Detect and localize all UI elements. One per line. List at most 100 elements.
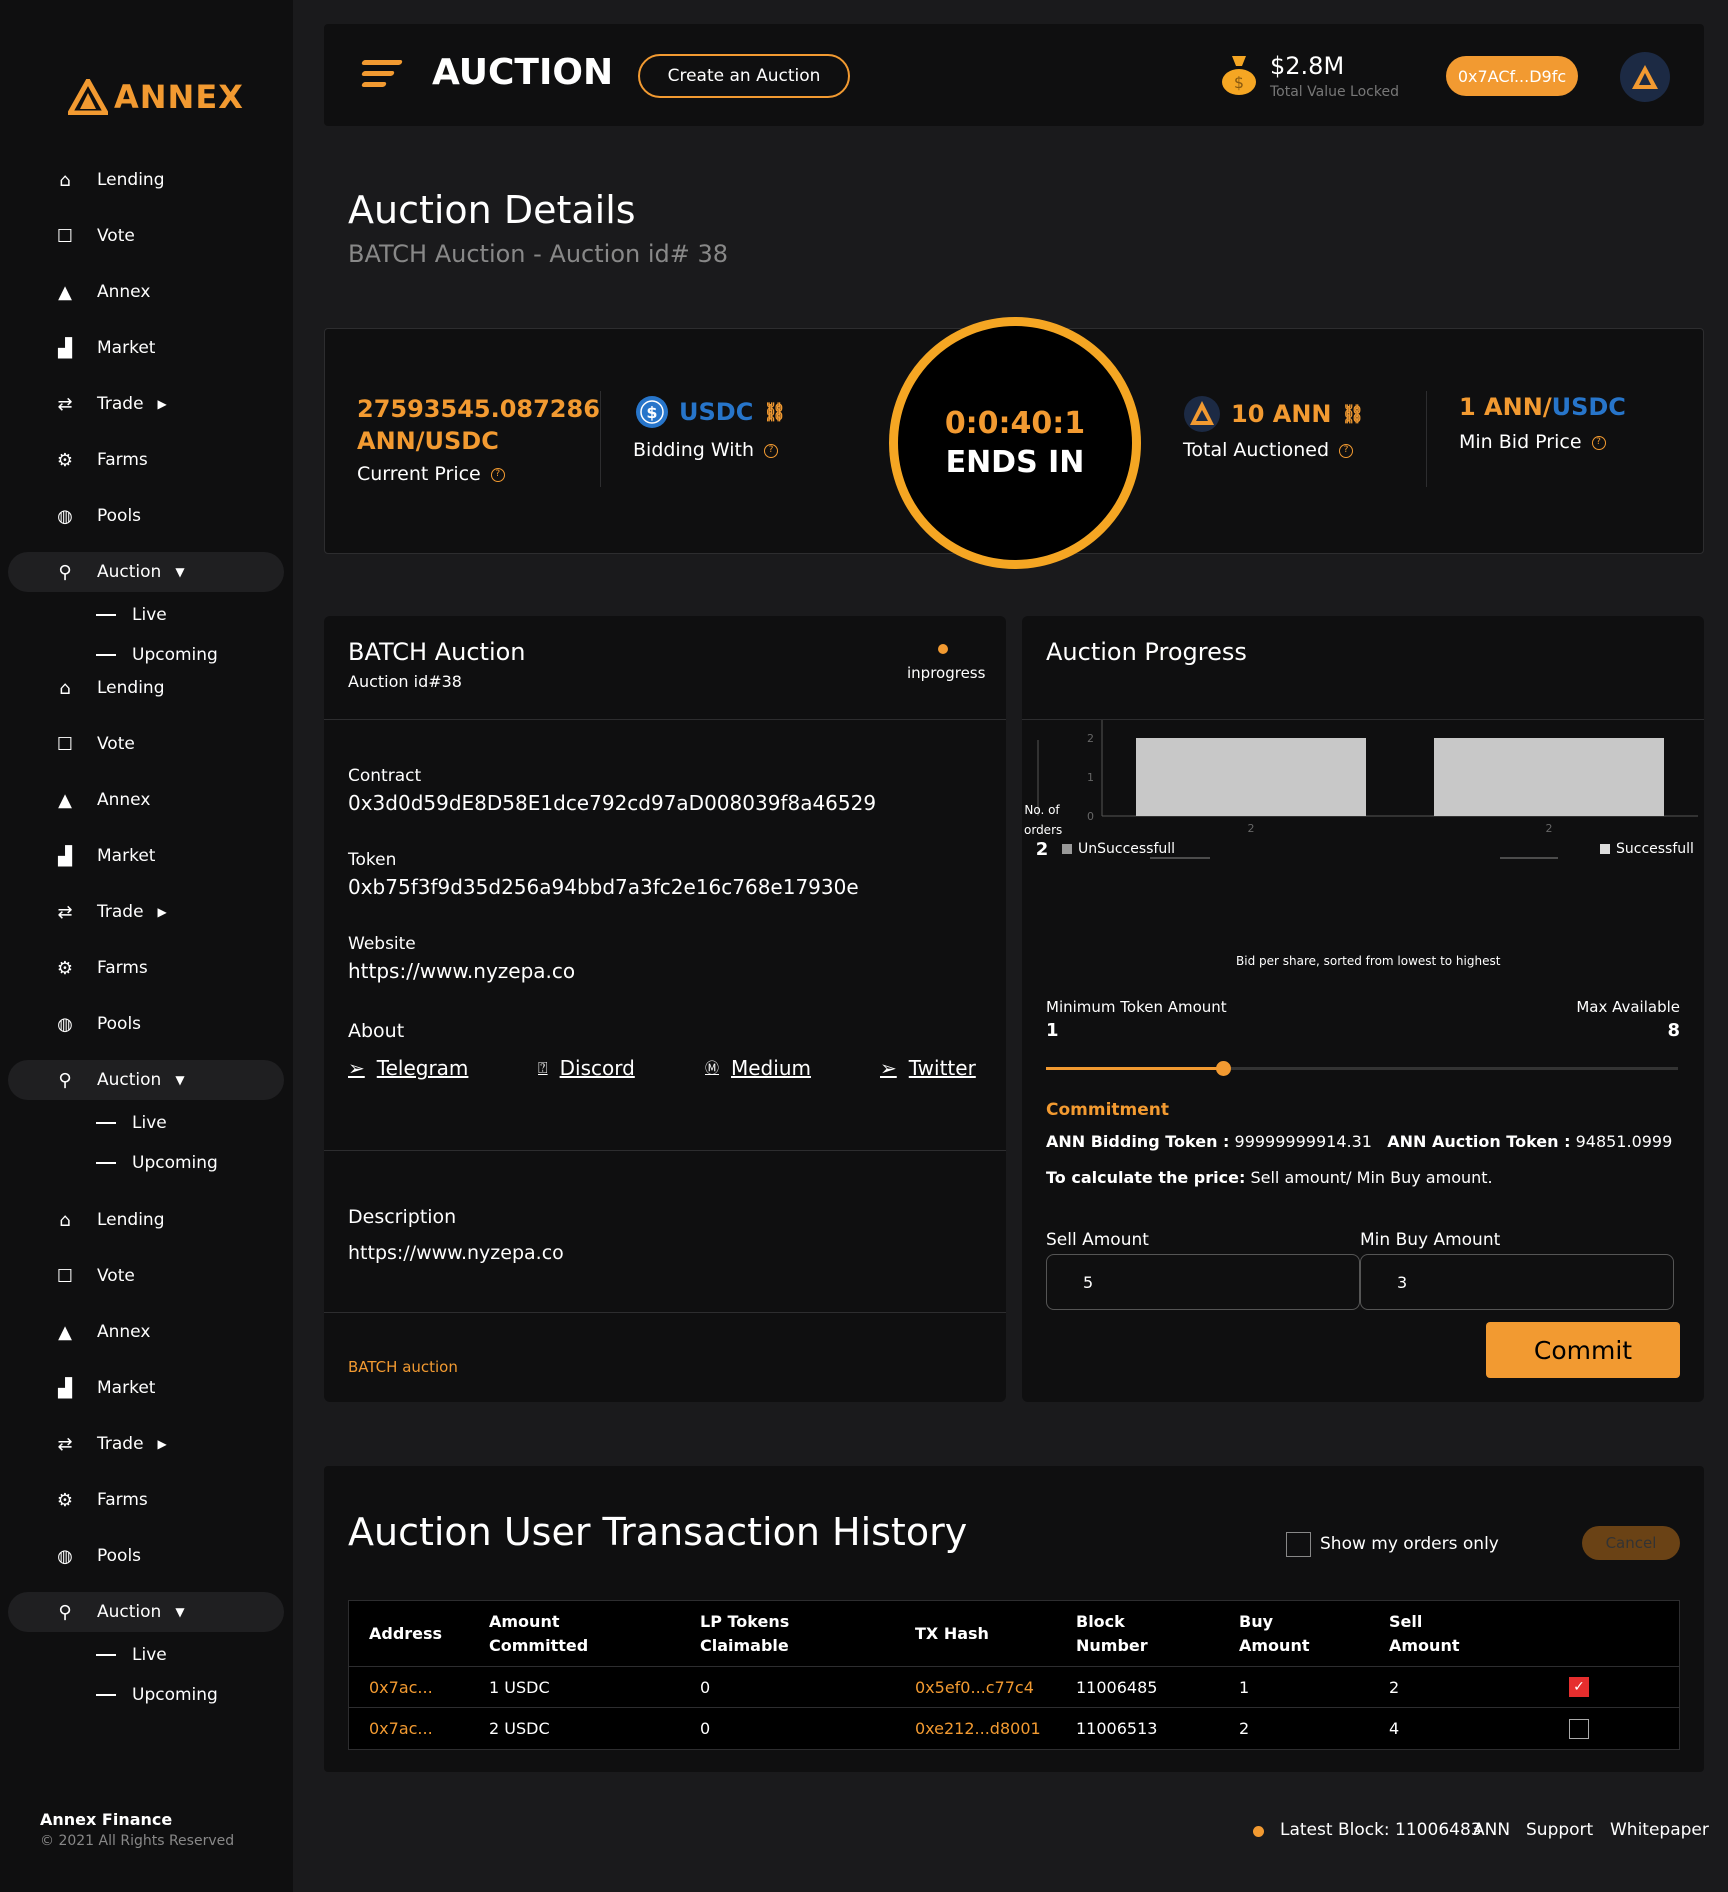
medium-link[interactable]: Ⓜ Medium [705,1056,811,1080]
column-header[interactable]: Address [369,1601,442,1666]
sidebar-item-auction[interactable]: ⚲ Auction ▼ [8,1060,284,1100]
sidebar-item-vote[interactable]: ☐ Vote [8,216,284,256]
sidebar-item-vote[interactable]: ☐ Vote [8,1256,284,1296]
sidebar-subitem-upcoming[interactable]: Upcoming [96,1680,218,1710]
column-header[interactable]: Amount Committed [489,1601,588,1666]
sidebar-item-annex[interactable]: ▲ Annex [8,1312,284,1352]
show-my-orders-checkbox[interactable] [1286,1532,1311,1557]
row-checkbox[interactable]: ✓ [1569,1677,1589,1697]
menu-icon[interactable] [361,60,403,90]
sidebar-item-trade[interactable]: ⇄ Trade ▶ [8,384,284,424]
sidebar-item-label: Lending [97,170,165,190]
link-icon[interactable]: ⛓ [763,402,786,423]
sidebar-subitem-label: Live [132,605,167,625]
link-icon[interactable]: ⛓ [1342,404,1365,425]
token-amount-slider[interactable] [1046,1061,1678,1076]
min-buy-amount-label: Min Buy Amount [1360,1230,1501,1250]
commit-button[interactable]: Commit [1486,1322,1680,1378]
cell-address[interactable]: 0x7ac... [369,1667,433,1707]
dash-icon [96,614,116,616]
sidebar-item-vote[interactable]: ☐ Vote [8,724,284,764]
sidebar-item-annex[interactable]: ▲ Annex [8,272,284,312]
sidebar-subitem-upcoming[interactable]: Upcoming [96,640,218,670]
status-dot [1253,1826,1264,1837]
annex-logo[interactable]: ANNEX [68,78,244,116]
sidebar-item-pools[interactable]: ◍ Pools [8,496,284,536]
sidebar-item-auction[interactable]: ⚲ Auction ▼ [8,1592,284,1632]
column-header[interactable]: Buy Amount [1239,1601,1309,1666]
sidebar-item-farms[interactable]: ⚙ Farms [8,440,284,480]
dash-icon [96,1122,116,1124]
bidding-with-label: Bidding With? [633,439,778,461]
slider-thumb[interactable] [1215,1061,1231,1076]
sidebar-item-farms[interactable]: ⚙ Farms [8,1480,284,1520]
cell-tx[interactable]: 0xe212...d8001 [915,1708,1041,1749]
description-text: https://www.nyzepa.co [348,1242,564,1264]
x-tick-label: 2 [1546,822,1553,835]
cell-address[interactable]: 0x7ac... [369,1708,433,1749]
auction-note: BATCH auction [348,1358,458,1376]
sidebar-item-annex[interactable]: ▲ Annex [8,780,284,820]
sidebar-item-label: Pools [97,1546,142,1566]
sell-amount-label: Sell Amount [1046,1230,1149,1250]
sidebar-item-lending[interactable]: ⌂ Lending [8,668,284,708]
create-auction-button[interactable]: Create an Auction [638,54,850,98]
sidebar-subitem-live[interactable]: Live [96,1108,167,1138]
divider [324,1312,1006,1313]
column-header[interactable]: TX Hash [915,1601,989,1666]
contract-address[interactable]: 0x3d0d59dE8D58E1dce792cd97aD008039f8a465… [348,791,876,815]
help-icon[interactable]: ? [764,443,778,458]
discord-link[interactable]: ⍰ Discord [538,1056,635,1080]
sidebar-item-farms[interactable]: ⚙ Farms [8,948,284,988]
help-icon[interactable]: ? [490,467,505,482]
sidebar-item-auction[interactable]: ⚲ Auction ▼ [8,552,284,592]
column-header[interactable]: Block Number [1076,1601,1148,1666]
twitter-link[interactable]: ➢ Twitter [880,1056,976,1080]
website-link[interactable]: https://www.nyzepa.co [348,959,575,983]
cell-sell: 4 [1389,1719,1400,1738]
countdown-timer: 0:0:40:1 ENDS IN [889,317,1141,569]
sidebar-item-market[interactable]: ▟ Market [8,328,284,368]
sell-amount-input[interactable] [1046,1254,1360,1310]
copyright: © 2021 All Rights Reserved [40,1833,235,1849]
sidebar-item-pools[interactable]: ◍ Pools [8,1004,284,1044]
cancel-button[interactable]: Cancel [1582,1526,1680,1560]
square-icon: ☐ [56,733,74,755]
sidebar-item-pools[interactable]: ◍ Pools [8,1536,284,1576]
sidebar-item-trade[interactable]: ⇄ Trade ▶ [8,1424,284,1464]
sidebar-item-lending[interactable]: ⌂ Lending [8,160,284,200]
help-icon[interactable]: ? [1339,443,1354,458]
cell-amount: 2 USDC [489,1719,550,1738]
description-label: Description [348,1206,457,1228]
telegram-link[interactable]: ➢ Telegram [348,1056,468,1080]
home-icon: ⌂ [59,169,71,191]
pool-icon: ◍ [57,505,73,527]
footer-support-link[interactable]: Support [1526,1820,1593,1840]
auction-info-panel: BATCH Auction Auction id#38 inprogress C… [324,616,1006,1402]
sidebar-item-market[interactable]: ▟ Market [8,836,284,876]
sidebar-subitem-live[interactable]: Live [96,600,167,630]
avatar[interactable] [1620,52,1670,102]
footer-ann-link[interactable]: ANN [1473,1820,1510,1840]
sidebar-item-market[interactable]: ▟ Market [8,1368,284,1408]
row-checkbox[interactable] [1569,1718,1589,1739]
footer-whitepaper-link[interactable]: Whitepaper [1610,1820,1709,1840]
sidebar-subitem-upcoming[interactable]: Upcoming [96,1148,218,1178]
sidebar-item-trade[interactable]: ⇄ Trade ▶ [8,892,284,932]
column-header[interactable]: Sell Amount [1389,1601,1459,1666]
x-tick-label: 2 [1248,822,1255,835]
token-address[interactable]: 0xb75f3f9d35d256a94bbd7a3fc2e16c768e1793… [348,875,859,899]
min-bid-price: 1 ANN/USDC [1459,393,1626,421]
sidebar-subitem-live[interactable]: Live [96,1640,167,1670]
sidebar-item-label: Farms [97,1490,148,1510]
sidebar-item-lending[interactable]: ⌂ Lending [8,1200,284,1240]
commitment-title: Commitment [1046,1100,1170,1120]
column-header[interactable]: LP Tokens Claimable [700,1601,789,1666]
min-buy-amount-input[interactable] [1360,1254,1674,1310]
paper-plane-icon: ➢ [880,1056,897,1080]
cell-tx[interactable]: 0x5ef0...c77c4 [915,1667,1034,1707]
auction-type-title: BATCH Auction [348,638,526,666]
help-icon[interactable]: ? [1591,435,1606,450]
wallet-address-button[interactable]: 0x7ACf...D9fc [1446,56,1578,96]
sidebar-item-label: Pools [97,1014,142,1034]
